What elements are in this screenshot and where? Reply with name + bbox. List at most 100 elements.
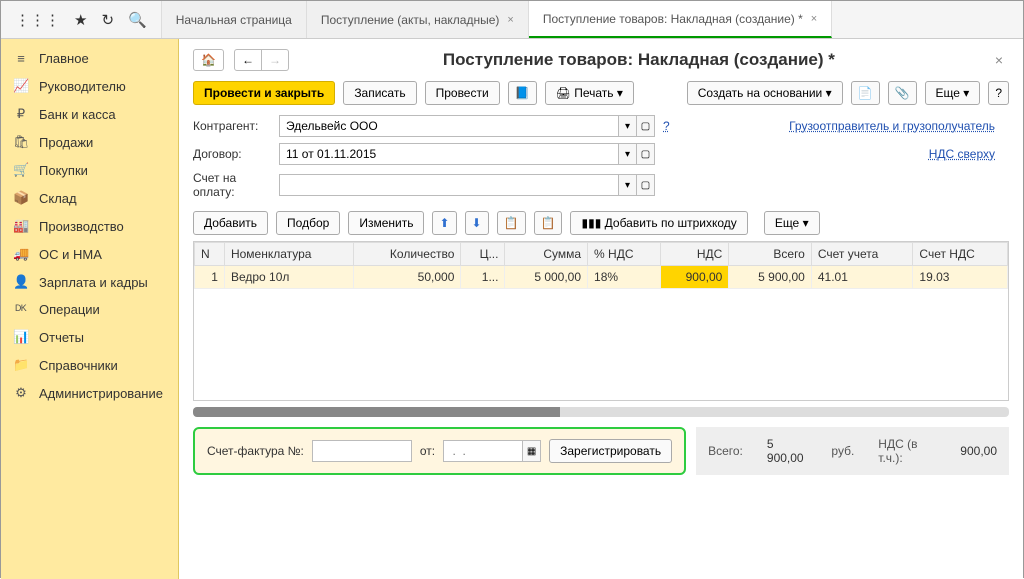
more-button[interactable]: Еще ▾	[925, 81, 981, 105]
open-icon[interactable]: ▢	[637, 174, 655, 196]
dropdown-icon[interactable]: ▾	[619, 174, 637, 196]
tab-receipts[interactable]: Поступление (акты, накладные)×	[307, 1, 529, 38]
invoice-register-box: Счет-фактура №: от: ▦ Зарегистрировать	[193, 427, 686, 475]
sidebar-item-manager[interactable]: 📈Руководителю	[1, 72, 178, 100]
copy-button[interactable]: 📋	[497, 211, 526, 235]
back-button[interactable]: ←	[234, 49, 262, 71]
truck-icon: 🚚	[13, 246, 29, 262]
invoice-for-input[interactable]	[279, 174, 619, 196]
tab-bar: ⋮⋮⋮ ★ ↻ 🔍 Начальная страница Поступление…	[1, 1, 1023, 39]
chart-icon: 📈	[13, 78, 29, 94]
box-icon: 📦	[13, 190, 29, 206]
sidebar-item-assets[interactable]: 🚚ОС и НМА	[1, 240, 178, 268]
close-icon[interactable]: ×	[811, 13, 817, 25]
register-invoice-button[interactable]: Зарегистрировать	[549, 439, 672, 463]
main-content: 🏠 ← → Поступление товаров: Накладная (со…	[179, 39, 1023, 579]
contractor-help-link[interactable]: ?	[663, 119, 670, 133]
gear-icon: ⚙	[13, 385, 29, 401]
col-vat-pct[interactable]: % НДС	[588, 243, 661, 266]
edit-row-button[interactable]: Изменить	[348, 211, 424, 235]
shipper-link[interactable]: Грузоотправитель и грузополучатель	[789, 119, 995, 133]
vat-total-value: 900,00	[960, 444, 997, 458]
sidebar-item-catalogs[interactable]: 📁Справочники	[1, 351, 178, 379]
ops-icon: ᴰᴷ	[13, 302, 29, 317]
col-qty[interactable]: Количество	[354, 243, 461, 266]
totals-bar: Всего: 5 900,00 руб. НДС (в т.ч.): 900,0…	[696, 427, 1009, 475]
search-icon[interactable]: 🔍	[128, 11, 147, 29]
folder-icon: 📁	[13, 357, 29, 373]
open-icon[interactable]: ▢	[637, 115, 655, 137]
col-n[interactable]: N	[195, 243, 225, 266]
horizontal-scrollbar[interactable]	[193, 407, 1009, 417]
items-table[interactable]: N Номенклатура Количество Ц... Сумма % Н…	[193, 241, 1009, 401]
forward-button[interactable]: →	[262, 49, 289, 71]
dropdown-icon[interactable]: ▾	[619, 143, 637, 165]
sidebar-item-production[interactable]: 🏭Производство	[1, 212, 178, 240]
col-nomenclature[interactable]: Номенклатура	[224, 243, 353, 266]
total-value: 5 900,00	[767, 437, 808, 465]
currency-label: руб.	[831, 444, 854, 458]
main-toolbar: Провести и закрыть Записать Провести 📘 🖨…	[179, 77, 1023, 115]
close-page-button[interactable]: ×	[989, 52, 1009, 68]
total-label: Всего:	[708, 444, 743, 458]
tab-invoice-create[interactable]: Поступление товаров: Накладная (создание…	[529, 1, 832, 38]
open-icon[interactable]: ▢	[637, 143, 655, 165]
contract-input[interactable]	[279, 143, 619, 165]
invoice-number-label: Счет-фактура №:	[207, 444, 304, 458]
invoice-date-input[interactable]	[443, 440, 523, 462]
invoice-for-label: Счет на оплату:	[193, 171, 279, 199]
col-account[interactable]: Счет учета	[811, 243, 913, 266]
table-row[interactable]: 1 Ведро 10л 50,000 1... 5 000,00 18% 900…	[195, 266, 1008, 289]
sidebar-item-admin[interactable]: ⚙Администрирование	[1, 379, 178, 407]
attach-button[interactable]: 📎	[888, 81, 917, 105]
move-up-button[interactable]: ⬆	[432, 211, 456, 235]
debit-credit-button[interactable]: 📘	[508, 81, 537, 105]
table-more-button[interactable]: Еще ▾	[764, 211, 820, 235]
vat-cell-highlighted[interactable]: 900,00	[660, 266, 729, 289]
star-icon[interactable]: ★	[74, 11, 87, 29]
sidebar-item-main[interactable]: ≡Главное	[1, 45, 178, 72]
paste-button[interactable]: 📋	[534, 211, 563, 235]
sidebar-item-purchases[interactable]: 🛒Покупки	[1, 156, 178, 184]
pick-button[interactable]: Подбор	[276, 211, 340, 235]
cart-icon: 🛒	[13, 162, 29, 178]
table-toolbar: Добавить Подбор Изменить ⬆ ⬇ 📋 📋 ▮▮▮ Доб…	[179, 205, 1023, 241]
vat-top-link[interactable]: НДС сверху	[929, 147, 995, 161]
sidebar-item-operations[interactable]: ᴰᴷОперации	[1, 296, 178, 323]
help-button[interactable]: ?	[988, 81, 1009, 105]
print-button[interactable]: 🖨 Печать ▾	[545, 81, 634, 105]
post-and-close-button[interactable]: Провести и закрыть	[193, 81, 335, 105]
dropdown-icon[interactable]: ▾	[619, 115, 637, 137]
add-row-button[interactable]: Добавить	[193, 211, 268, 235]
contract-label: Договор:	[193, 147, 279, 161]
sidebar-item-bank[interactable]: ₽Банк и касса	[1, 100, 178, 128]
sidebar-item-reports[interactable]: 📊Отчеты	[1, 323, 178, 351]
col-total[interactable]: Всего	[729, 243, 812, 266]
col-price[interactable]: Ц...	[461, 243, 505, 266]
menu-icon: ≡	[13, 51, 29, 66]
col-sum[interactable]: Сумма	[505, 243, 588, 266]
sidebar-item-warehouse[interactable]: 📦Склад	[1, 184, 178, 212]
write-button[interactable]: Записать	[343, 81, 416, 105]
sidebar-item-sales[interactable]: 🛍Продажи	[1, 128, 178, 156]
move-down-button[interactable]: ⬇	[465, 211, 489, 235]
apps-icon[interactable]: ⋮⋮⋮	[15, 11, 60, 29]
bag-icon: 🛍	[13, 134, 29, 150]
create-based-button[interactable]: Создать на основании ▾	[687, 81, 843, 105]
post-button[interactable]: Провести	[425, 81, 500, 105]
home-button[interactable]: 🏠	[193, 49, 224, 71]
history-icon[interactable]: ↻	[101, 11, 114, 29]
sidebar: ≡Главное 📈Руководителю ₽Банк и касса 🛍Пр…	[1, 39, 179, 579]
contractor-input[interactable]	[279, 115, 619, 137]
page-title: Поступление товаров: Накладная (создание…	[299, 50, 979, 70]
close-icon[interactable]: ×	[507, 14, 513, 26]
contractor-label: Контрагент:	[193, 119, 279, 133]
tab-home[interactable]: Начальная страница	[162, 1, 307, 38]
sidebar-item-salary[interactable]: 👤Зарплата и кадры	[1, 268, 178, 296]
invoice-number-input[interactable]	[312, 440, 412, 462]
add-by-barcode-button[interactable]: ▮▮▮ Добавить по штрихкоду	[570, 211, 747, 235]
doc-button[interactable]: 📄	[851, 81, 880, 105]
col-vat[interactable]: НДС	[660, 243, 729, 266]
calendar-icon[interactable]: ▦	[523, 440, 541, 462]
col-vat-account[interactable]: Счет НДС	[913, 243, 1008, 266]
